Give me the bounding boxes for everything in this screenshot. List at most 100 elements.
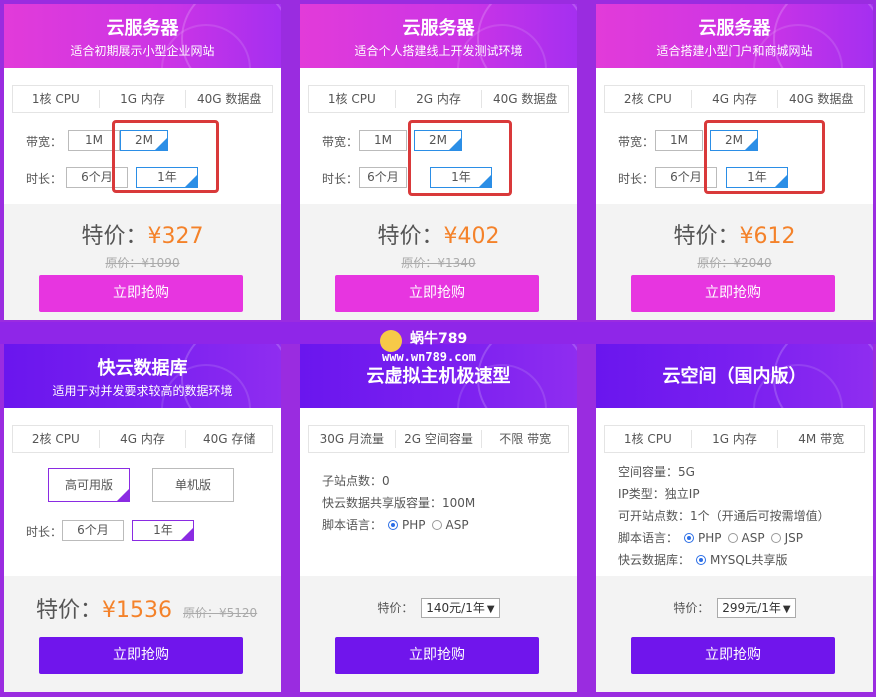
info-line-db-capacity: 快云数据共享版容量：100M [322,496,476,510]
buy-button[interactable]: 立即抢购 [39,637,243,674]
spec-bandwidth: 4M 带宽 [798,432,845,446]
price-label: 特价： [673,601,710,615]
highlight-box [112,120,219,193]
radio-php[interactable] [684,533,695,543]
watermark-url: www.wn789.com [382,350,476,364]
plan-select[interactable]: 140元/1年 ▼ [421,598,500,618]
price-zone: 特价：¥1536 原价：¥5120 立即抢购 [4,576,281,692]
price-amount: ¥402 [443,224,500,249]
radio-jsp-label: JSP [784,531,803,545]
plan-select-value: 299元/1年 [722,601,781,615]
highlight-box [408,120,512,196]
duration-option-6months[interactable]: 6个月 [359,167,407,188]
price-line: 特价：¥1536 原价：¥5120 [36,592,257,624]
card-header: 快云数据库 适用于对并发要求较高的数据环境 [4,344,281,408]
price-line: 特价：¥402 [300,218,577,250]
radio-php[interactable] [388,520,399,530]
radio-asp[interactable] [431,520,442,530]
mode-option-single[interactable]: 单机版 [152,468,234,502]
price-amount: ¥1536 [102,598,173,623]
info-line-ip: IP类型：独立IP [618,487,700,501]
spec-row: 1核 CPU 2G 内存 40G 数据盘 [308,85,569,113]
price-line: 特价： 299元/1年 ▼ [596,598,873,618]
duration-option-6months[interactable]: 6个月 [62,520,124,541]
dropdown-arrow-icon: ▼ [782,604,791,615]
buy-button[interactable]: 立即抢购 [335,637,539,674]
bandwidth-option-1m[interactable]: 1M [359,130,407,151]
duration-label: 时长： [26,525,63,539]
bandwidth-label: 带宽： [26,135,63,149]
watermark: 蜗牛789 www.wn789.com [376,326,506,370]
price-zone: 特价： 140元/1年 ▼ 立即抢购 [300,576,577,692]
spec-memory: 4G 内存 [100,430,187,448]
info-list: 子站点数：0 快云数据共享版容量：100M 脚本语言： PHP ASP [322,470,475,536]
duration-option-1year[interactable]: 1年 [132,520,194,541]
duration-label: 时长： [26,172,63,186]
spec-cpu: 1核 CPU [309,90,396,108]
cloud-server-card-2: 云服务器 适合个人搭建线上开发测试环境 1核 CPU 2G 内存 40G 数据盘… [300,4,577,320]
price-amount: ¥327 [147,224,204,249]
snail-icon [380,330,402,352]
duration-label: 时长： [322,172,359,186]
buy-button[interactable]: 立即抢购 [39,275,243,312]
radio-asp[interactable] [727,533,738,543]
mode-row: 高可用版 单机版 [26,468,266,504]
dropdown-arrow-icon: ▼ [486,604,495,615]
card-header: 云空间（国内版） [596,344,873,408]
radio-php-label: PHP [402,518,426,532]
original-price: 原价：¥5120 [183,606,258,620]
cloud-space-card: 云空间（国内版） 1核 CPU 1G 内存 4M 带宽 空间容量：5G IP类型… [596,344,873,692]
bandwidth-option-1m[interactable]: 1M [655,130,703,151]
original-price: 原价：¥1340 [401,256,476,270]
buy-button[interactable]: 立即抢购 [631,275,835,312]
price-zone: 特价：¥402 原价：¥1340 立即抢购 [300,204,577,320]
spec-cpu: 1核 CPU [605,430,692,448]
highlight-box [704,120,825,194]
spec-memory: 2G 内存 [396,90,483,108]
price-zone: 特价：¥327 原价：¥1090 立即抢购 [4,204,281,320]
price-label: 特价： [377,601,414,615]
spec-cpu: 1核 CPU [13,90,100,108]
card-header: 云服务器 适合个人搭建线上开发测试环境 [300,4,577,68]
spec-cpu: 2核 CPU [605,90,692,108]
original-price: 原价：¥1090 [105,256,180,270]
duration-label: 时长： [618,172,655,186]
price-zone: 特价：¥612 原价：¥2040 立即抢购 [596,204,873,320]
radio-jsp[interactable] [770,533,781,543]
spec-row: 2核 CPU 4G 内存 40G 数据盘 [604,85,865,113]
spec-disk: 40G 数据盘 [788,92,854,106]
database-label: 快云数据库： [618,553,691,567]
price-line: 特价： 140元/1年 ▼ [300,598,577,618]
buy-button[interactable]: 立即抢购 [335,275,539,312]
database-card: 快云数据库 适用于对并发要求较高的数据环境 2核 CPU 4G 内存 40G 存… [4,344,281,692]
price-zone: 特价： 299元/1年 ▼ 立即抢购 [596,576,873,692]
script-language-label: 脚本语言： [322,518,383,532]
price-label: 特价： [36,598,103,623]
info-line-subsites: 子站点数：0 [322,474,390,488]
radio-asp-label: ASP [445,518,469,532]
radio-mysql-label: MYSQL共享版 [710,553,788,567]
info-line-sites: 可开站点数：1个（开通后可按需增值） [618,509,830,523]
spec-memory: 1G 内存 [100,90,187,108]
price-label: 特价： [377,224,444,249]
plan-select-value: 140元/1年 [426,601,485,615]
spec-memory: 1G 内存 [692,430,779,448]
radio-asp-label: ASP [741,531,765,545]
card-header: 云服务器 适合搭建小型门户和商城网站 [596,4,873,68]
script-language-row: 脚本语言： PHP ASP [322,514,475,536]
spec-row: 1核 CPU 1G 内存 40G 数据盘 [12,85,273,113]
radio-mysql[interactable] [696,555,707,565]
mode-option-ha[interactable]: 高可用版 [48,468,130,502]
plan-select[interactable]: 299元/1年 ▼ [717,598,796,618]
cloud-server-card-1: 云服务器 适合初期展示小型企业网站 1核 CPU 1G 内存 40G 数据盘 带… [4,4,281,320]
spec-bandwidth: 不限 带宽 [499,432,552,446]
price-line: 特价：¥327 [4,218,281,250]
spec-memory: 4G 内存 [692,90,779,108]
bandwidth-label: 带宽： [322,135,359,149]
spec-disk: 40G 数据盘 [196,92,262,106]
spec-space: 2G 空间容量 [396,430,483,448]
buy-button[interactable]: 立即抢购 [631,637,835,674]
spec-cpu: 2核 CPU [13,430,100,448]
watermark-name: 蜗牛789 [410,331,468,347]
database-row: 快云数据库： MYSQL共享版 [618,549,830,571]
